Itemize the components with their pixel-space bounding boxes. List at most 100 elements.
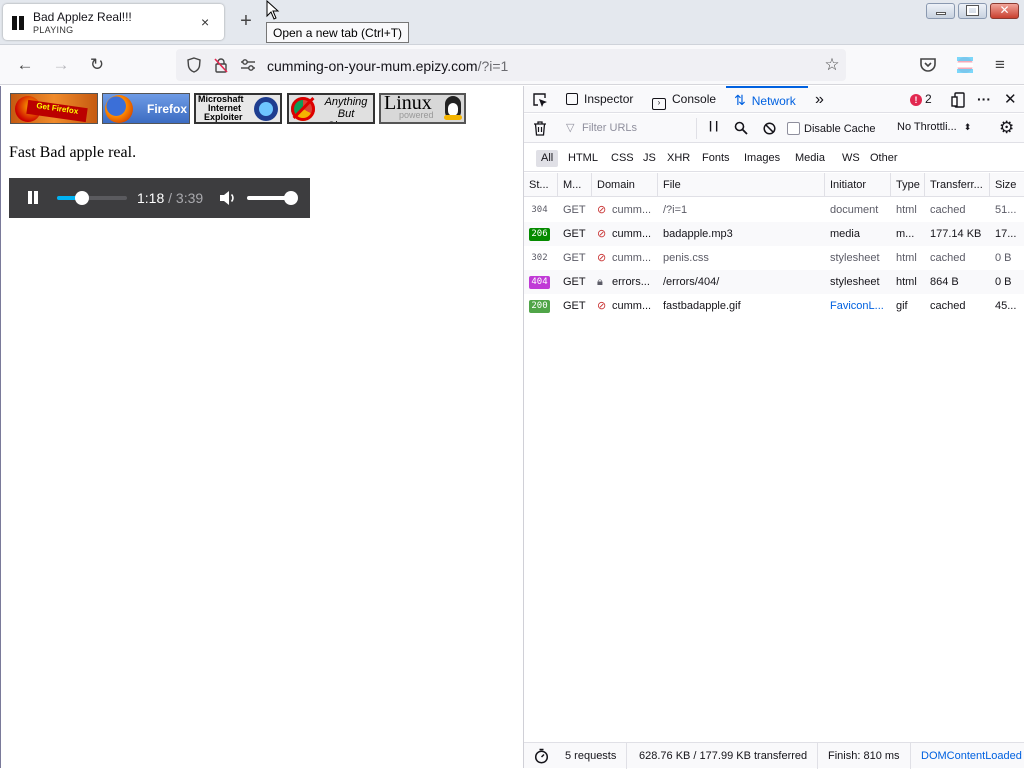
- anything-but-chrome-badge[interactable]: Anything But Chrome: [287, 93, 375, 124]
- column-header-status[interactable]: St...: [524, 173, 558, 197]
- request-row[interactable]: 206 GET ⊘ cumm... badapple.mp3 media m... 177.1…: [524, 222, 1024, 246]
- tab-playing-label: PLAYING: [33, 25, 74, 35]
- account-avatar-icon[interactable]: [955, 55, 975, 75]
- cell-initiator: FaviconL...: [830, 300, 884, 312]
- error-count: 2: [925, 92, 932, 106]
- tab-console[interactable]: › Console: [652, 86, 716, 113]
- tab-close-icon[interactable]: ×: [201, 14, 209, 30]
- hamburger-menu-icon[interactable]: ≡: [989, 54, 1011, 76]
- throttling-select[interactable]: No Throttli... ⬍: [897, 121, 971, 133]
- get-firefox-badge[interactable]: Get Firefox: [10, 93, 98, 124]
- disable-cache-checkbox[interactable]: Disable Cache: [787, 121, 876, 137]
- cell-transferred: 177.14 KB: [930, 228, 982, 240]
- browser-tab[interactable]: Bad Applez Real!!! PLAYING ×: [3, 4, 224, 40]
- block-icon[interactable]: [763, 122, 776, 135]
- duration: / 3:39: [164, 190, 204, 206]
- pause-recording-icon[interactable]: | |: [709, 120, 718, 132]
- cell-type: html: [896, 252, 917, 264]
- type-filter-fonts[interactable]: Fonts: [697, 150, 735, 167]
- cell-method: GET: [563, 252, 586, 264]
- minimize-button[interactable]: [926, 3, 955, 19]
- request-row[interactable]: 200 GET ⊘ cumm... fastbadapple.gif FaviconL..…: [524, 294, 1024, 318]
- element-picker-icon[interactable]: [532, 92, 548, 108]
- restore-button[interactable]: [958, 3, 987, 19]
- request-row[interactable]: 404 GET 🔒︎ errors... /errors/404/stylesheet h…: [524, 270, 1024, 294]
- cell-method: GET: [563, 276, 586, 288]
- cell-domain: cumm...: [612, 228, 652, 240]
- filter-placeholder: Filter URLs: [582, 122, 638, 134]
- url-text[interactable]: cumming-on-your-mum.epizy.com/?i=1: [267, 58, 508, 74]
- seek-bar[interactable]: [57, 191, 127, 205]
- insecure-lock-icon[interactable]: [213, 57, 229, 73]
- type-filter-xhr[interactable]: XHR: [662, 150, 695, 167]
- pause-icon[interactable]: [11, 16, 25, 30]
- cell-domain-wrapper: ⊘ cumm...: [592, 198, 658, 222]
- tab-network[interactable]: ⇅ Network: [726, 86, 808, 113]
- url-bar[interactable]: cumming-on-your-mum.epizy.com/?i=1 ☆: [176, 49, 846, 81]
- cell-size: 51...: [995, 204, 1017, 216]
- devtools-close-icon[interactable]: ✕: [1004, 86, 1017, 113]
- column-header-transferred[interactable]: Transferr...: [925, 173, 990, 197]
- trash-icon[interactable]: [533, 121, 547, 136]
- inspector-icon: [566, 93, 578, 105]
- column-header-method[interactable]: M...: [558, 173, 592, 197]
- internet-exploiter-badge[interactable]: Microshaft Internet Exploiter: [194, 93, 282, 124]
- bookmark-star-icon[interactable]: ☆: [821, 54, 843, 76]
- checkbox-box[interactable]: [787, 122, 800, 135]
- insecure-icon: ⊘: [597, 252, 607, 264]
- firefox-badge[interactable]: Firefox: [102, 93, 190, 124]
- volume-thumb[interactable]: [283, 191, 298, 205]
- request-row[interactable]: 302 GET ⊘ cumm... penis.css stylesheet html cac…: [524, 246, 1024, 270]
- tab-inspector[interactable]: Inspector: [566, 86, 633, 113]
- back-icon[interactable]: ←: [14, 54, 36, 76]
- devtools-panel: Inspector › Console ⇅ Network » ! 2 ··· ✕ ▽…: [523, 86, 1024, 769]
- dom-content-loaded: DOMContentLoaded: [921, 750, 1022, 762]
- cell-transferred: 864 B: [930, 276, 959, 288]
- column-header-size[interactable]: Size: [990, 173, 1024, 197]
- new-tab-button[interactable]: +: [233, 9, 259, 35]
- shield-icon[interactable]: [186, 57, 202, 73]
- more-options-icon[interactable]: ···: [977, 86, 991, 113]
- settings-gear-icon[interactable]: ⚙: [999, 118, 1014, 138]
- type-filter-media[interactable]: Media: [790, 150, 830, 167]
- performance-stopwatch-icon[interactable]: [534, 748, 549, 764]
- web-page: Get Firefox Firefox Microshaft Internet …: [0, 86, 522, 768]
- volume-slider[interactable]: [247, 191, 298, 205]
- column-header-domain[interactable]: Domain: [592, 173, 658, 197]
- filter-urls-input[interactable]: ▽ Filter URLs: [562, 118, 697, 139]
- type-filter-other[interactable]: Other: [865, 150, 903, 167]
- more-tabs-chevron-icon[interactable]: »: [815, 86, 824, 113]
- linux-powered-badge[interactable]: Linux powered: [379, 93, 466, 124]
- cell-type: html: [896, 276, 917, 288]
- forward-icon[interactable]: →: [50, 54, 72, 76]
- column-header-type[interactable]: Type: [891, 173, 925, 197]
- cell-initiator: document: [830, 204, 879, 216]
- error-count-badge[interactable]: ! 2: [910, 86, 932, 113]
- column-header-file[interactable]: File: [658, 173, 825, 197]
- cell-transferred: cached: [930, 252, 966, 264]
- cell-size: 0 B: [995, 276, 1012, 288]
- window-close-button[interactable]: ✕: [990, 3, 1019, 19]
- request-row[interactable]: 304 GET ⊘ cumm... /?i=1 document html cached 51.…: [524, 198, 1024, 222]
- cell-file: /?i=1: [663, 204, 688, 216]
- column-header-initiator[interactable]: Initiator: [825, 173, 891, 197]
- responsive-design-icon[interactable]: [951, 92, 967, 108]
- volume-icon[interactable]: [219, 190, 237, 206]
- status-badge: 206: [529, 228, 550, 241]
- search-icon[interactable]: [734, 121, 748, 135]
- type-filter-html[interactable]: HTML: [563, 150, 603, 167]
- permissions-icon[interactable]: [240, 58, 256, 72]
- type-filter-css[interactable]: CSS: [606, 150, 639, 167]
- type-filter-js[interactable]: JS: [638, 150, 661, 167]
- pause-icon[interactable]: [27, 191, 39, 205]
- type-filter-images[interactable]: Images: [739, 150, 785, 167]
- reload-icon[interactable]: ↻: [86, 54, 108, 76]
- console-icon: ›: [652, 98, 666, 110]
- pocket-icon[interactable]: [919, 56, 937, 74]
- type-filter-ws[interactable]: WS: [837, 150, 865, 167]
- audio-player: 1:18 / 3:39: [9, 178, 310, 218]
- type-filter-all[interactable]: All: [536, 150, 559, 167]
- cell-domain-wrapper: 🔒︎ errors...: [592, 270, 658, 294]
- network-filter-bar: ▽ Filter URLs | | Disable Cache No Throt…: [524, 114, 1024, 143]
- seek-thumb[interactable]: [75, 191, 90, 205]
